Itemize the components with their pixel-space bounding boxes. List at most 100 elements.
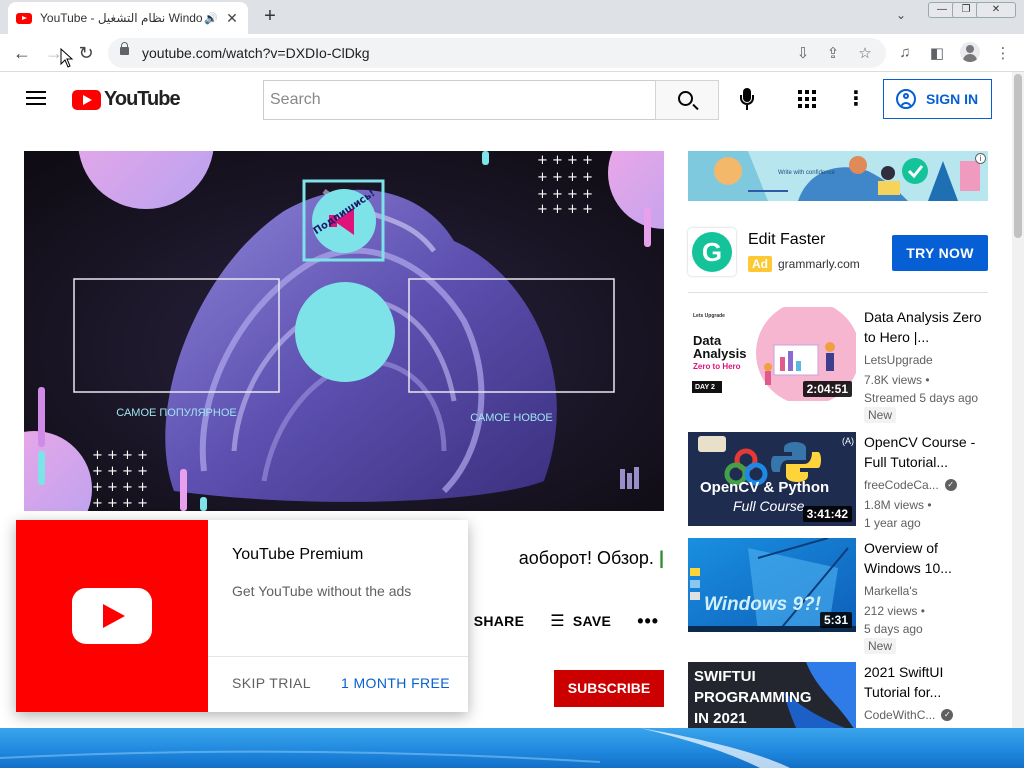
thumb-line3: IN 2021 xyxy=(694,710,747,727)
view-count: 212 views • xyxy=(864,604,925,618)
recommendation-item[interactable]: Lets Upgrade Data Analysis Zero to Hero … xyxy=(688,307,988,423)
scrollbar-thumb[interactable] xyxy=(1014,74,1022,238)
recommendation-item[interactable]: SWIFTUI PROGRAMMING IN 2021 2021 SwiftUI… xyxy=(688,662,988,728)
save-button[interactable]: ☰ SAVE xyxy=(550,611,611,631)
youtube-premium-popup: YouTube Premium Get YouTube without the … xyxy=(16,520,468,712)
browser-toolbar: ← → ↻ youtube.com/watch?v=DXDIo-ClDkg ⇩ … xyxy=(0,34,1024,72)
youtube-favicon-icon xyxy=(16,12,32,24)
thumb-line1: OpenCV & Python xyxy=(700,479,830,496)
ad-title: Edit Faster xyxy=(748,231,826,248)
playlist-add-icon: ☰ xyxy=(550,613,565,630)
recommendation-item[interactable]: (A) OpenCV & Python Full Course 3:41:42 … xyxy=(688,432,988,530)
tab-close-icon[interactable]: ✕ xyxy=(224,10,240,27)
premium-subtitle: Get YouTube without the ads xyxy=(232,583,412,599)
video-thumbnail[interactable]: (A) OpenCV & Python Full Course 3:41:42 xyxy=(688,432,856,526)
hamburger-menu-icon[interactable] xyxy=(26,91,46,105)
ad-card[interactable]: Edit Faster Ad grammarly.com TRY NOW xyxy=(688,226,988,282)
thumb-line1: SWIFTUI xyxy=(694,668,756,685)
thumb-line2: Analysis xyxy=(693,346,747,361)
recommendation-title[interactable]: Data Analysis Zero to Hero |... xyxy=(864,307,982,347)
apps-grid-icon[interactable] xyxy=(798,90,816,108)
speaker-icon[interactable]: 🔊 xyxy=(204,12,218,25)
search-icon xyxy=(678,91,693,106)
svg-text:+ + + +: + + + + xyxy=(537,153,593,168)
label-newest: САМОЕ НОВОЕ xyxy=(470,412,553,424)
sign-in-button[interactable]: SIGN IN xyxy=(883,79,992,119)
video-meta: 1.8M views • 1 year ago xyxy=(864,496,932,532)
video-thumbnail[interactable]: Lets Upgrade Data Analysis Zero to Hero … xyxy=(688,307,856,401)
address-bar[interactable]: youtube.com/watch?v=DXDIo-ClDkg ⇩ ⇪ ☆ xyxy=(108,38,886,68)
ad-banner-image[interactable]: Write with confidence xyxy=(688,151,988,201)
search-input[interactable] xyxy=(263,80,656,120)
svg-text:(A): (A) xyxy=(842,436,854,446)
view-count: 7.8K views • xyxy=(864,373,930,387)
view-count: 1.8M views • xyxy=(864,498,932,512)
recommendation-title[interactable]: Overview of Windows 10... xyxy=(864,538,982,578)
profile-avatar-icon[interactable] xyxy=(960,42,980,62)
channel-name[interactable]: freeCodeCa... ✓ xyxy=(864,478,957,492)
skip-trial-button[interactable]: SKIP TRIAL xyxy=(232,675,311,691)
ad-banner-text: Write with confidence xyxy=(778,170,835,176)
channel-name[interactable]: CodeWithC... ✓ xyxy=(864,708,954,722)
more-actions-icon[interactable]: ••• xyxy=(637,611,659,632)
try-now-button[interactable]: TRY NOW xyxy=(892,235,988,271)
one-month-free-button[interactable]: 1 MONTH FREE xyxy=(341,675,450,691)
tab-search-chevron-icon[interactable]: ⌄ xyxy=(896,8,906,22)
thumb-line2: Full Course xyxy=(733,498,805,514)
recommendation-title[interactable]: OpenCV Course - Full Tutorial... xyxy=(864,432,982,472)
install-app-icon[interactable]: ⇩ xyxy=(794,44,812,62)
bookmark-star-icon[interactable]: ☆ xyxy=(856,44,874,62)
youtube-play-icon xyxy=(72,588,152,644)
upload-age: 1 year ago xyxy=(864,516,921,530)
video-meta: 212 views • 5 days ago xyxy=(864,602,925,638)
thumb-line2: PROGRAMMING xyxy=(694,689,812,706)
save-label: SAVE xyxy=(572,613,612,629)
premium-divider xyxy=(208,656,468,657)
video-thumbnail[interactable]: SWIFTUI PROGRAMMING IN 2021 xyxy=(688,662,856,728)
grammarly-logo-icon xyxy=(688,228,736,276)
new-tab-button[interactable]: + xyxy=(258,6,282,28)
reload-icon[interactable]: ↻ xyxy=(74,42,98,64)
browser-menu-icon[interactable]: ⋮ xyxy=(994,44,1012,62)
browser-tab-youtube[interactable]: YouTube - نظام التشغيل Windows 🔊 ✕ xyxy=(8,2,248,34)
video-duration: 2:04:51 xyxy=(802,381,852,397)
mouse-pointer-icon xyxy=(60,48,74,68)
share-page-icon[interactable]: ⇪ xyxy=(824,44,842,62)
video-duration: 3:41:42 xyxy=(802,506,852,522)
windows-desktop-strip xyxy=(0,728,1024,768)
channel-name[interactable]: Markella's xyxy=(864,584,918,598)
new-badge: New xyxy=(864,638,897,654)
video-thumbnail[interactable]: Windows 9?! 5:31 xyxy=(688,538,856,632)
recommendation-title[interactable]: 2021 SwiftUI Tutorial for... xyxy=(864,662,982,702)
side-panel-icon[interactable]: ◧ xyxy=(928,44,946,62)
svg-text:+ + + +: + + + + xyxy=(92,480,148,495)
text-cursor: | xyxy=(658,548,664,568)
svg-text:+ + + +: + + + + xyxy=(537,187,593,202)
recommendation-item[interactable]: Windows 9?! 5:31 Overview of Windows 10.… xyxy=(688,538,988,654)
upload-age: 5 days ago xyxy=(864,622,923,636)
video-player[interactable]: + + + + + + + + + + + + + + + + + + + + + + … xyxy=(24,151,664,511)
verified-check-icon: ✓ xyxy=(944,479,957,491)
search-button[interactable] xyxy=(655,80,719,120)
share-label: SHARE xyxy=(473,613,525,629)
svg-text:+ + + +: + + + + xyxy=(537,170,593,185)
media-controls-icon[interactable]: ♫ xyxy=(896,44,914,61)
page-scrollbar[interactable] xyxy=(1012,72,1024,728)
logo-wordmark: YouTube xyxy=(104,88,181,110)
ad-info-icon[interactable]: i xyxy=(975,153,986,164)
window-close-button[interactable]: ✕ xyxy=(976,2,1016,18)
youtube-logo[interactable]: YouTube xyxy=(72,88,181,111)
sidebar-divider xyxy=(688,292,988,293)
svg-text:+ + + +: + + + + xyxy=(537,202,593,217)
premium-title: YouTube Premium xyxy=(232,546,364,563)
label-most-popular: САМОЕ ПОПУЛЯРНОЕ xyxy=(116,407,237,419)
settings-kebab-icon[interactable]: ⋮ xyxy=(846,88,866,110)
back-arrow-icon[interactable]: ← xyxy=(10,42,34,64)
microphone-icon[interactable] xyxy=(738,88,756,112)
lock-icon[interactable] xyxy=(120,42,129,55)
url-text[interactable]: youtube.com/watch?v=DXDIo-ClDkg xyxy=(142,45,370,61)
thumb-line1: Windows 9?! xyxy=(704,594,821,615)
subscribe-button[interactable]: SUBSCRIBE xyxy=(554,670,664,707)
channel-name[interactable]: LetsUpgrade xyxy=(864,353,933,367)
youtube-header: YouTube ⋮ SIGN IN xyxy=(0,72,1012,128)
